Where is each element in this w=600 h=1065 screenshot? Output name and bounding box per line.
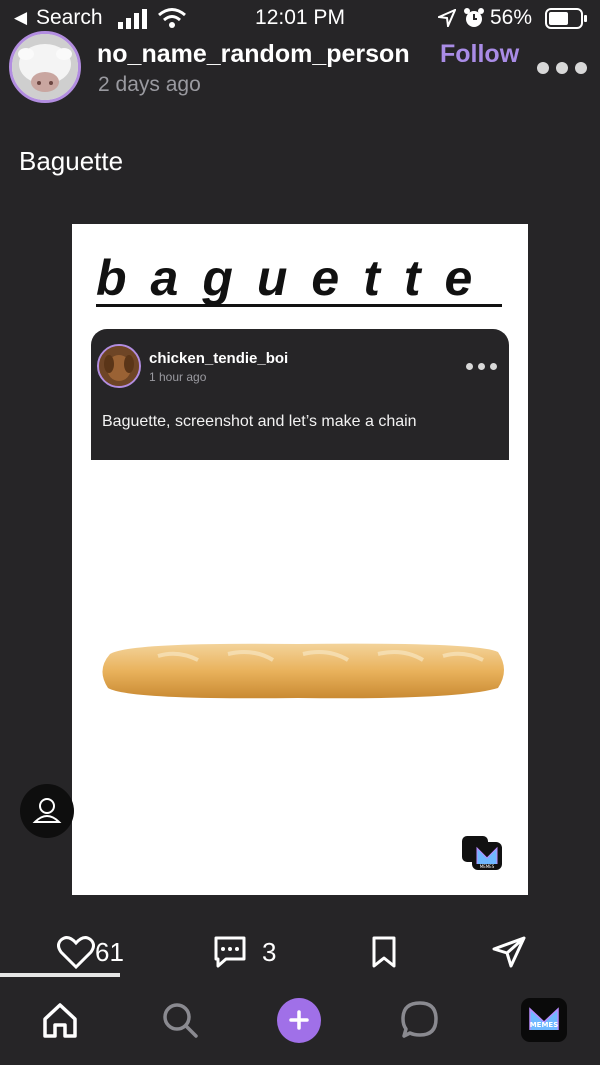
post-time: 2 days ago xyxy=(98,73,201,96)
inner-avatar xyxy=(97,344,141,388)
memes-app-icon: MEMES xyxy=(521,998,567,1042)
home-icon xyxy=(43,1003,77,1038)
tab-chat[interactable] xyxy=(398,996,442,1044)
profile-icon xyxy=(32,798,62,823)
memes-watermark-label: MEMES xyxy=(480,864,495,869)
baguette-image xyxy=(102,643,504,699)
search-icon xyxy=(163,1003,198,1038)
like-count: 61 xyxy=(95,936,124,967)
share-icon xyxy=(492,936,526,968)
battery-percent: 56% xyxy=(490,6,533,29)
tab-memes[interactable]: MEMES xyxy=(520,996,568,1044)
tab-add[interactable] xyxy=(277,996,321,1044)
chat-icon xyxy=(401,1001,438,1038)
like-underline xyxy=(0,973,120,977)
inner-post-time: 1 hour ago xyxy=(149,370,207,384)
bookmark-icon xyxy=(372,936,396,968)
meme-heading: baguette xyxy=(96,252,502,307)
add-post-button[interactable] xyxy=(277,997,321,1043)
post-title: Baguette xyxy=(19,146,124,176)
comment-button[interactable]: 3 xyxy=(212,930,276,974)
tab-search[interactable] xyxy=(158,996,202,1044)
alarm-icon xyxy=(464,8,484,27)
comment-count: 3 xyxy=(262,936,277,967)
share-button[interactable] xyxy=(491,930,527,974)
bookmark-button[interactable] xyxy=(370,930,398,974)
avatar-image xyxy=(12,34,78,100)
tab-home[interactable] xyxy=(38,996,82,1044)
memes-app-label: MEMES xyxy=(530,1021,559,1029)
location-icon xyxy=(438,9,456,27)
post-username[interactable]: no_name_random_person xyxy=(97,40,410,69)
more-icon[interactable] xyxy=(535,58,589,78)
follow-button[interactable]: Follow xyxy=(440,40,519,69)
inner-post-username: chicken_tendie_boi xyxy=(149,350,289,367)
profile-button[interactable] xyxy=(20,784,74,838)
status-bar: ◀ Search 12:01 PM 56% xyxy=(0,0,600,36)
plus-icon xyxy=(289,1010,309,1030)
inner-post-text: Baguette, screenshot and let’s make a ch… xyxy=(102,413,417,430)
like-button[interactable]: 61 xyxy=(57,930,124,974)
avatar[interactable] xyxy=(9,31,81,103)
inner-post-card: chicken_tendie_boi 1 hour ago Baguette, … xyxy=(91,329,509,460)
dog-avatar-image xyxy=(99,346,139,386)
inner-more-icon xyxy=(466,363,500,373)
battery-icon xyxy=(545,8,587,29)
heart-icon xyxy=(57,936,95,969)
comment-icon xyxy=(214,936,246,968)
meme-image[interactable]: baguette chicken_tendie_boi 1 hour ago B… xyxy=(72,224,528,895)
memes-watermark-icon: MEMES xyxy=(462,836,502,870)
